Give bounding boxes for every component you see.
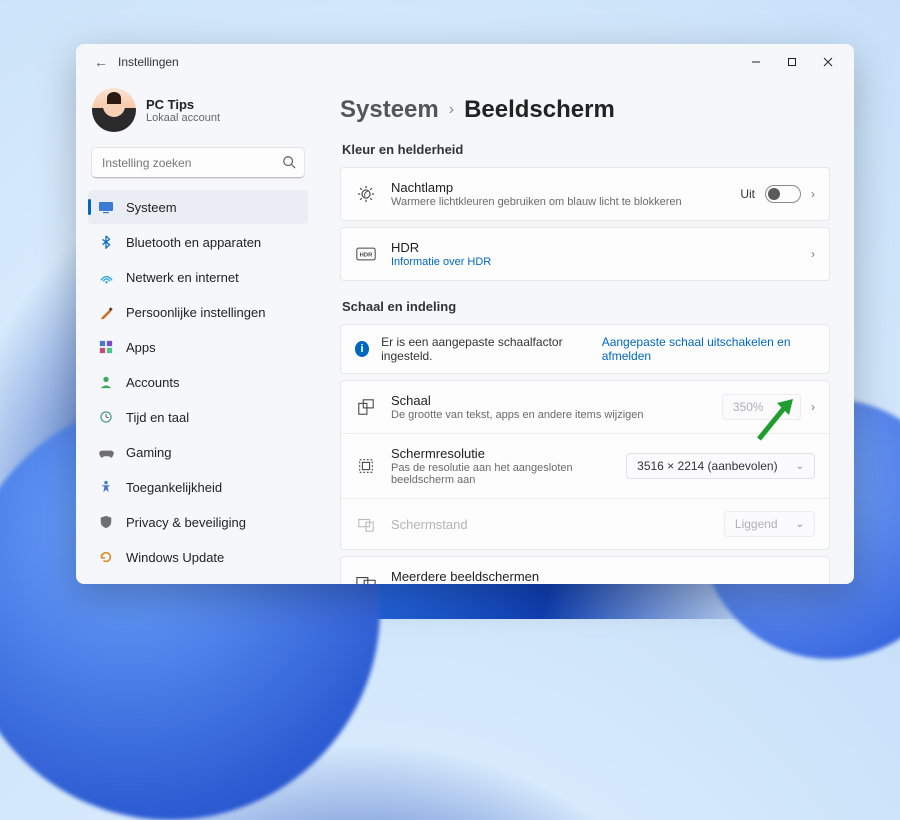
hdr-title: HDR (391, 240, 797, 255)
sidebar-item-update[interactable]: Windows Update (88, 540, 308, 574)
close-button[interactable] (810, 48, 846, 76)
titlebar: ← Instellingen (76, 44, 854, 80)
sidebar-item-gaming[interactable]: Gaming (88, 435, 308, 469)
sidebar-item-privacy[interactable]: Privacy & beveiliging (88, 505, 308, 539)
profile-subtitle: Lokaal account (146, 112, 220, 124)
chevron-down-icon: ⌄ (796, 461, 804, 472)
sidebar-item-label: Toegankelijkheid (126, 480, 222, 495)
section-scale-header: Schaal en indeling (342, 299, 830, 314)
sidebar-item-label: Apps (126, 340, 156, 355)
sidebar-item-personalization[interactable]: Persoonlijke instellingen (88, 295, 308, 329)
multiple-displays-icon (355, 575, 377, 584)
orientation-row: Schermstand Liggend ⌄ (341, 498, 829, 549)
search-box (92, 148, 304, 178)
breadcrumb-parent[interactable]: Systeem (340, 96, 439, 124)
resolution-title: Schermresolutie (391, 446, 612, 461)
sidebar-item-label: Accounts (126, 375, 179, 390)
nightlight-title: Nachtlamp (391, 180, 726, 195)
maximize-button[interactable] (774, 48, 810, 76)
nav-list: Systeem Bluetooth en apparaten Netwerk e… (88, 190, 308, 574)
resolution-row[interactable]: Schermresolutie Pas de resolutie aan het… (341, 433, 829, 498)
scale-select[interactable]: 350% ⌄ (722, 394, 801, 420)
scale-value: 350% (733, 400, 764, 414)
chevron-right-icon: › (811, 187, 815, 201)
chevron-right-icon: › (811, 247, 815, 261)
window-title: Instellingen (118, 55, 179, 69)
resolution-value: 3516 × 2214 (aanbevolen) (637, 459, 777, 473)
nightlight-subtitle: Warmere lichtkleuren gebruiken om blauw … (391, 196, 726, 208)
resolution-select[interactable]: 3516 × 2214 (aanbevolen) ⌄ (626, 453, 815, 479)
sidebar-item-time[interactable]: Tijd en taal (88, 400, 308, 434)
apps-icon (98, 339, 114, 355)
hdr-icon: HDR (355, 247, 377, 261)
back-button[interactable]: ← (90, 54, 112, 70)
accounts-icon (98, 374, 114, 390)
profile-name: PC Tips (146, 97, 220, 112)
minimize-button[interactable] (738, 48, 774, 76)
nightlight-card[interactable]: Nachtlamp Warmere lichtkleuren gebruiken… (340, 167, 830, 221)
chevron-down-icon: ⌄ (796, 519, 804, 530)
main-content: Systeem › Beeldscherm Kleur en helderhei… (316, 80, 854, 584)
svg-text:HDR: HDR (360, 253, 373, 259)
avatar (92, 88, 136, 132)
search-icon (282, 155, 296, 174)
breadcrumb: Systeem › Beeldscherm (340, 96, 830, 124)
orientation-icon (355, 515, 377, 533)
bluetooth-icon (98, 234, 114, 250)
multi-title: Meerdere beeldschermen (391, 569, 815, 584)
sidebar: PC Tips Lokaal account Systeem Bluetooth… (76, 80, 316, 584)
scale-row[interactable]: Schaal De grootte van tekst, apps en and… (341, 381, 829, 433)
scale-title: Schaal (391, 393, 708, 408)
nightlight-state: Uit (740, 187, 755, 201)
sidebar-item-label: Bluetooth en apparaten (126, 235, 261, 250)
sidebar-item-label: Persoonlijke instellingen (126, 305, 265, 320)
orientation-select: Liggend ⌄ (724, 511, 815, 537)
scale-subtitle: De grootte van tekst, apps en andere ite… (391, 409, 708, 421)
privacy-icon (98, 514, 114, 530)
update-icon (98, 549, 114, 565)
sidebar-item-label: Gaming (126, 445, 172, 460)
sidebar-item-label: Netwerk en internet (126, 270, 239, 285)
sidebar-item-network[interactable]: Netwerk en internet (88, 260, 308, 294)
system-icon (98, 199, 114, 215)
resolution-icon (355, 457, 377, 475)
sidebar-item-accounts[interactable]: Accounts (88, 365, 308, 399)
profile-block[interactable]: PC Tips Lokaal account (88, 80, 308, 146)
nightlight-icon (355, 185, 377, 203)
scale-icon (355, 398, 377, 416)
multiple-displays-card[interactable]: Meerdere beeldschermen Kies de presentat… (340, 556, 830, 584)
sidebar-item-label: Windows Update (126, 550, 224, 565)
personalization-icon (98, 304, 114, 320)
sidebar-item-label: Privacy & beveiliging (126, 515, 246, 530)
network-icon (98, 269, 114, 285)
sidebar-item-accessibility[interactable]: Toegankelijkheid (88, 470, 308, 504)
info-icon: i (355, 341, 369, 357)
sidebar-item-label: Tijd en taal (126, 410, 189, 425)
info-text: Er is een aangepaste schaalfactor ingest… (381, 335, 590, 363)
chevron-right-icon: › (811, 400, 815, 414)
disable-custom-scale-link[interactable]: Aangepaste schaal uitschakelen en afmeld… (602, 335, 815, 363)
chevron-down-icon: ⌄ (782, 402, 790, 413)
sidebar-item-bluetooth[interactable]: Bluetooth en apparaten (88, 225, 308, 259)
nightlight-toggle[interactable] (765, 185, 801, 203)
settings-window: ← Instellingen PC Tips Lokaal account (76, 44, 854, 584)
breadcrumb-current: Beeldscherm (464, 96, 615, 124)
orientation-title: Schermstand (391, 517, 710, 532)
resolution-subtitle: Pas de resolutie aan het aangesloten bee… (391, 462, 612, 486)
time-icon (98, 409, 114, 425)
gaming-icon (98, 444, 114, 460)
section-brightness-header: Kleur en helderheid (342, 142, 830, 157)
chevron-right-icon: › (449, 101, 454, 119)
hdr-card[interactable]: HDR HDR Informatie over HDR › (340, 227, 830, 281)
accessibility-icon (98, 479, 114, 495)
custom-scale-info: i Er is een aangepaste schaalfactor inge… (340, 324, 830, 374)
hdr-link[interactable]: Informatie over HDR (391, 256, 797, 268)
sidebar-item-label: Systeem (126, 200, 177, 215)
sidebar-item-system[interactable]: Systeem (88, 190, 308, 224)
sidebar-item-apps[interactable]: Apps (88, 330, 308, 364)
orientation-value: Liggend (735, 517, 778, 531)
search-input[interactable] (92, 148, 304, 178)
